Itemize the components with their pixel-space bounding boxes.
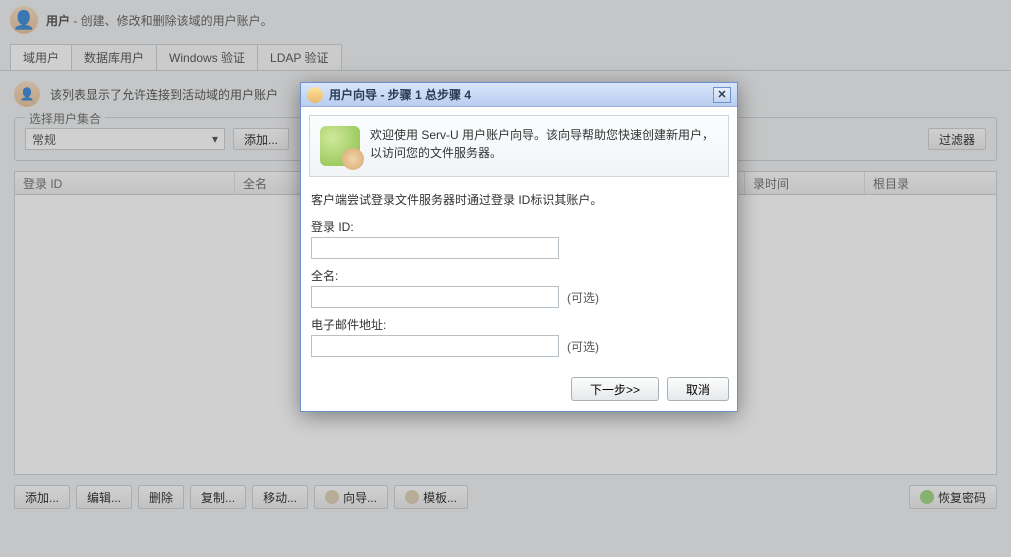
email-hint: (可选) xyxy=(567,338,599,355)
login-id-group: 登录 ID: xyxy=(311,218,727,259)
dialog-title: 用户向导 - 步骤 1 总步骤 4 xyxy=(329,86,471,103)
fullname-label: 全名: xyxy=(311,267,727,284)
email-group: 电子邮件地址: (可选) xyxy=(311,316,727,357)
email-label: 电子邮件地址: xyxy=(311,316,727,333)
close-icon[interactable]: ✕ xyxy=(713,87,731,103)
welcome-banner: 欢迎使用 Serv-U 用户账户向导。该向导帮助您快速创建新用户，以访问您的文件… xyxy=(309,115,729,177)
fullname-hint: (可选) xyxy=(567,289,599,306)
wizard-title-icon xyxy=(307,87,323,103)
login-id-input[interactable] xyxy=(311,237,559,259)
user-wizard-dialog: 用户向导 - 步骤 1 总步骤 4 ✕ 欢迎使用 Serv-U 用户账户向导。该… xyxy=(300,82,738,412)
dialog-body: 欢迎使用 Serv-U 用户账户向导。该向导帮助您快速创建新用户，以访问您的文件… xyxy=(301,107,737,373)
dialog-titlebar[interactable]: 用户向导 - 步骤 1 总步骤 4 ✕ xyxy=(301,83,737,107)
dialog-footer: 下一步>> 取消 xyxy=(301,373,737,411)
fullname-group: 全名: (可选) xyxy=(311,267,727,308)
email-input[interactable] xyxy=(311,335,559,357)
dialog-desc: 客户端尝试登录文件服务器时通过登录 ID标识其账户。 xyxy=(311,191,727,208)
welcome-text: 欢迎使用 Serv-U 用户账户向导。该向导帮助您快速创建新用户，以访问您的文件… xyxy=(370,126,718,162)
fullname-input[interactable] xyxy=(311,286,559,308)
welcome-icon xyxy=(320,126,360,166)
cancel-button[interactable]: 取消 xyxy=(667,377,729,401)
login-id-label: 登录 ID: xyxy=(311,218,727,235)
next-button[interactable]: 下一步>> xyxy=(571,377,659,401)
